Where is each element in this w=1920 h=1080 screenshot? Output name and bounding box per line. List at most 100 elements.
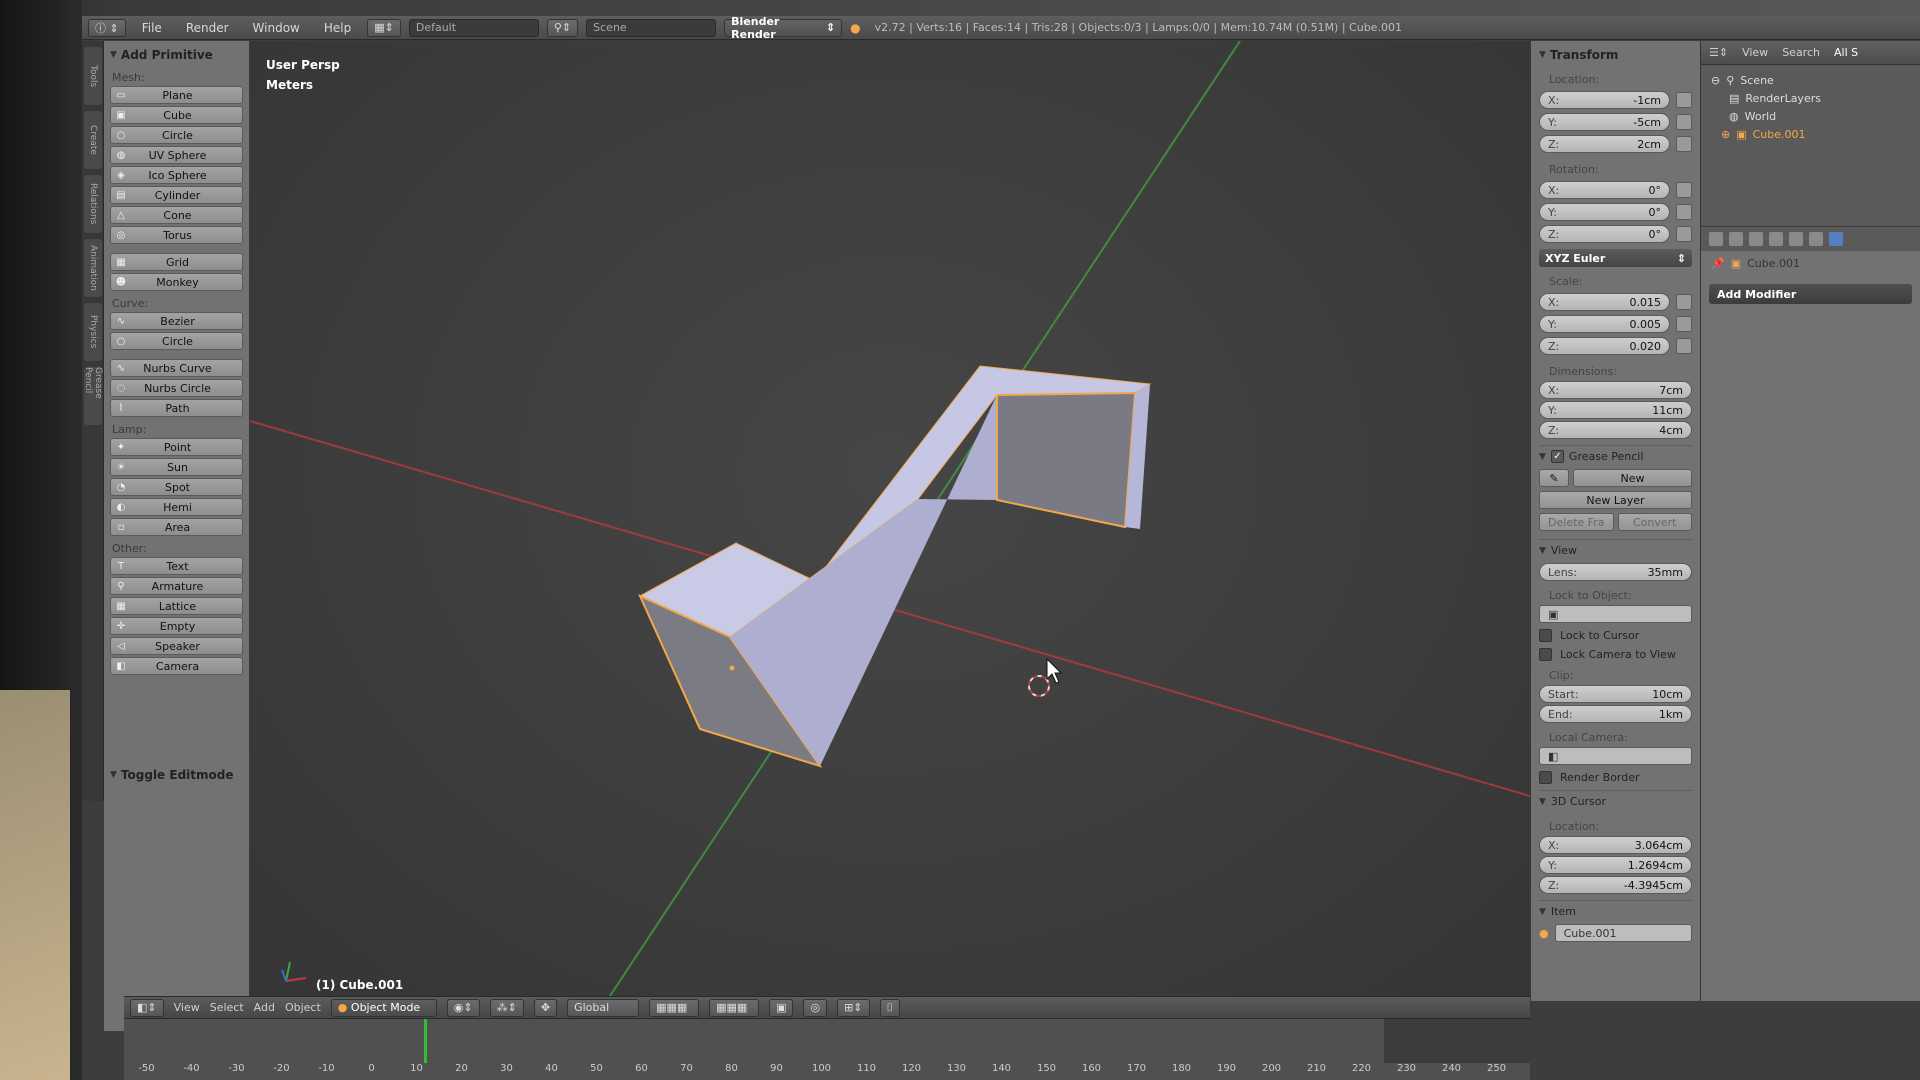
add-circle-button[interactable]: ○ Circle bbox=[110, 126, 243, 144]
gp-convert-button[interactable]: Convert bbox=[1617, 513, 1692, 531]
menu-view[interactable]: View bbox=[174, 1001, 200, 1014]
outliner-editor-icon[interactable]: ☰⇕ bbox=[1709, 46, 1728, 59]
transform-header[interactable]: ▼ Transform bbox=[1539, 45, 1692, 65]
dimension-field[interactable]: Z: 4cm bbox=[1539, 421, 1692, 439]
lock-to-object-field[interactable]: ▣ bbox=[1539, 605, 1692, 623]
add-monkey-button[interactable]: ☻ Monkey bbox=[110, 273, 243, 291]
layers-grid[interactable]: ▦▦▦ bbox=[649, 998, 700, 1017]
add-point-button[interactable]: ✦ Point bbox=[110, 438, 243, 456]
tab-animation[interactable]: Animation bbox=[84, 239, 102, 297]
lock-camera-row[interactable]: Lock Camera to View bbox=[1539, 648, 1692, 661]
add-nurbs-circle-button[interactable]: ◌ Nurbs Circle bbox=[110, 379, 243, 397]
snap-element-icon[interactable]: ⌷ bbox=[879, 998, 901, 1017]
gp-new-layer-button[interactable]: New Layer bbox=[1539, 491, 1692, 509]
menu-render[interactable]: Render bbox=[178, 21, 237, 35]
scene-field[interactable]: Scene bbox=[586, 18, 717, 37]
manipulator-toggle[interactable]: ✥ bbox=[533, 998, 558, 1017]
pin-icon[interactable]: 📌 bbox=[1711, 257, 1725, 270]
world-tab-icon[interactable] bbox=[1769, 232, 1783, 246]
render-border-checkbox[interactable] bbox=[1539, 771, 1552, 784]
layers-tab-icon[interactable] bbox=[1729, 232, 1743, 246]
screen-layout-icon[interactable]: ▦⇕ bbox=[367, 18, 401, 37]
add-ico-sphere-button[interactable]: ◈ Ico Sphere bbox=[110, 166, 243, 184]
current-frame-marker[interactable] bbox=[424, 1019, 427, 1063]
pivot-select[interactable]: ⁂⇕ bbox=[489, 998, 524, 1017]
lock-icon[interactable] bbox=[1676, 204, 1692, 220]
add-text-button[interactable]: T Text bbox=[110, 557, 243, 575]
menu-add[interactable]: Add bbox=[254, 1001, 275, 1014]
render-tab-icon[interactable] bbox=[1709, 232, 1723, 246]
add-uv-sphere-button[interactable]: ◍ UV Sphere bbox=[110, 146, 243, 164]
lock-icon[interactable] bbox=[1676, 182, 1692, 198]
layers-grid-2[interactable]: ▦▦▦ bbox=[709, 998, 760, 1017]
tab-relations[interactable]: Relations bbox=[84, 175, 102, 233]
3d-viewport[interactable]: User Persp Meters (1) Cube.001 bbox=[250, 41, 1530, 996]
item-name-field[interactable]: Cube.001 bbox=[1554, 924, 1692, 942]
mode-select[interactable]: ● Object Mode bbox=[330, 998, 437, 1017]
menu-window[interactable]: Window bbox=[245, 21, 308, 35]
add-path-button[interactable]: ⌇ Path bbox=[110, 399, 243, 417]
scale-field[interactable]: Z: 0.020 bbox=[1539, 337, 1670, 355]
orientation-select[interactable]: Global bbox=[567, 998, 640, 1017]
shading-select[interactable]: ◉⇕ bbox=[446, 998, 480, 1017]
add-circle-button[interactable]: ○ Circle bbox=[110, 332, 243, 350]
3d-cursor-header[interactable]: ▼ 3D Cursor bbox=[1539, 790, 1692, 812]
cursor-location-field[interactable]: Z: -4.3945cm bbox=[1539, 876, 1692, 894]
toggle-editmode-header[interactable]: ▼ Toggle Editmode bbox=[110, 765, 243, 785]
add-torus-button[interactable]: ◎ Torus bbox=[110, 226, 243, 244]
lock-icon[interactable] bbox=[1676, 136, 1692, 152]
add-camera-button[interactable]: ◧ Camera bbox=[110, 657, 243, 675]
add-speaker-button[interactable]: ◁ Speaker bbox=[110, 637, 243, 655]
add-empty-button[interactable]: ✛ Empty bbox=[110, 617, 243, 635]
add-spot-button[interactable]: ◔ Spot bbox=[110, 478, 243, 496]
constraints-tab-icon[interactable] bbox=[1809, 232, 1823, 246]
outliner-menu-view[interactable]: View bbox=[1742, 46, 1768, 59]
add-armature-button[interactable]: ⚲ Armature bbox=[110, 577, 243, 595]
add-primitive-header[interactable]: ▼ Add Primitive bbox=[110, 45, 243, 65]
clip-field[interactable]: Start: 10cm bbox=[1539, 685, 1692, 703]
tab-tools[interactable]: Tools bbox=[84, 47, 102, 105]
rotation-mode-select[interactable]: XYZ Euler ⇕ bbox=[1539, 249, 1692, 267]
lock-icon[interactable] bbox=[1676, 226, 1692, 242]
scale-field[interactable]: Y: 0.005 bbox=[1539, 315, 1670, 333]
grease-pencil-header[interactable]: ▼ ✓ Grease Pencil bbox=[1539, 445, 1692, 467]
location-field[interactable]: Z: 2cm bbox=[1539, 135, 1670, 153]
pencil-icon[interactable]: ✎ bbox=[1539, 469, 1569, 487]
object-tab-icon[interactable] bbox=[1789, 232, 1803, 246]
add-grid-button[interactable]: ▦ Grid bbox=[110, 253, 243, 271]
tree-item-world[interactable]: ◍ World bbox=[1711, 107, 1910, 125]
cursor-location-field[interactable]: Y: 1.2694cm bbox=[1539, 856, 1692, 874]
add-cube-button[interactable]: ▣ Cube bbox=[110, 106, 243, 124]
editor-type-info-icon[interactable]: ⓘ ⇕ bbox=[88, 18, 126, 37]
item-header[interactable]: ▼ Item bbox=[1539, 900, 1692, 922]
lock-to-cursor-row[interactable]: Lock to Cursor bbox=[1539, 629, 1692, 642]
tree-item-renderlayers[interactable]: ▤ RenderLayers bbox=[1711, 89, 1910, 107]
location-field[interactable]: X: -1cm bbox=[1539, 91, 1670, 109]
editor-type-3d-icon[interactable]: ◧⇕ bbox=[130, 998, 164, 1017]
add-bezier-button[interactable]: ∿ Bezier bbox=[110, 312, 243, 330]
lock-icon[interactable] bbox=[1676, 316, 1692, 332]
grease-pencil-checkbox[interactable]: ✓ bbox=[1550, 450, 1564, 463]
layout-field[interactable]: Default bbox=[408, 18, 539, 37]
dimension-field[interactable]: X: 7cm bbox=[1539, 381, 1692, 399]
lock-icon[interactable]: ▣ bbox=[769, 998, 794, 1017]
lens-field[interactable]: Lens: 35mm bbox=[1539, 563, 1692, 581]
lock-icon[interactable] bbox=[1676, 114, 1692, 130]
selected-mesh-object[interactable] bbox=[637, 365, 1152, 768]
render-border-row[interactable]: Render Border bbox=[1539, 771, 1692, 784]
snap-icon[interactable]: ⊞⇕ bbox=[837, 998, 870, 1017]
tab-grease-pencil[interactable]: Grease Pencil bbox=[83, 367, 103, 425]
add-modifier-button[interactable]: Add Modifier bbox=[1709, 284, 1912, 304]
add-hemi-button[interactable]: ◐ Hemi bbox=[110, 498, 243, 516]
add-area-button[interactable]: ▫ Area bbox=[110, 518, 243, 536]
add-nurbs-curve-button[interactable]: ∿ Nurbs Curve bbox=[110, 359, 243, 377]
tab-create[interactable]: Create bbox=[84, 111, 102, 169]
modifiers-tab-icon[interactable] bbox=[1829, 232, 1843, 246]
timeline[interactable]: -50 -40 -30 -20 -10 0 10 20 30 40 50 60 70 80 90 100 110… bbox=[124, 1018, 1530, 1080]
rotation-field[interactable]: Z: 0° bbox=[1539, 225, 1670, 243]
menu-object[interactable]: Object bbox=[285, 1001, 321, 1014]
rotation-field[interactable]: X: 0° bbox=[1539, 181, 1670, 199]
menu-select[interactable]: Select bbox=[210, 1001, 244, 1014]
render-preview-icon[interactable]: ◎ bbox=[803, 998, 828, 1017]
cursor-location-field[interactable]: X: 3.064cm bbox=[1539, 836, 1692, 854]
